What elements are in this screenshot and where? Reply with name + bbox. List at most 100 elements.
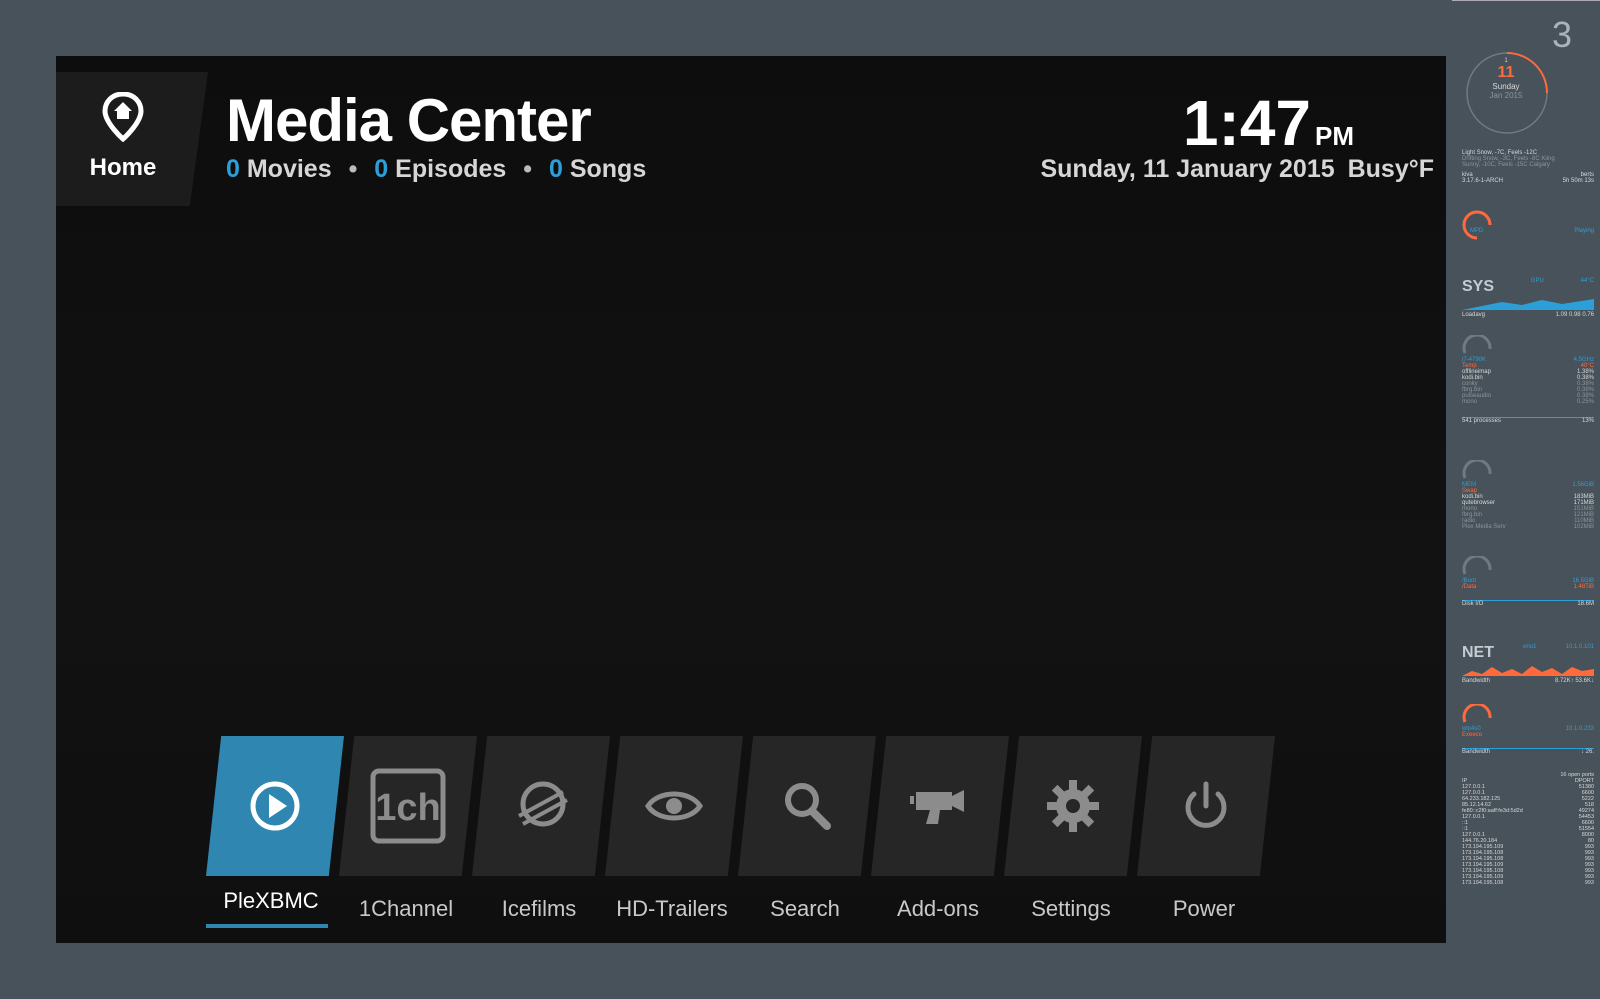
- menu-tile-plexbmc[interactable]: [206, 736, 344, 876]
- wlp-ip: 10.1.0.233: [1565, 726, 1594, 732]
- library-counts: 0 Movies • 0 Episodes • 0 Songs: [226, 155, 646, 184]
- data-value: 1.48TiB: [1573, 584, 1594, 590]
- gpu-temp: 44°C: [1580, 278, 1594, 284]
- home-location-icon: [102, 92, 144, 142]
- menu-label-power[interactable]: Power: [1129, 896, 1279, 922]
- disk-graph-line: [1462, 590, 1594, 601]
- menu-tile-settings[interactable]: [1004, 736, 1142, 876]
- cpu-gauge-icon: [1462, 333, 1492, 354]
- sys-graph: [1462, 299, 1594, 310]
- active-underline: [206, 924, 328, 928]
- mem-value: 1.56GiB: [1572, 482, 1594, 488]
- disk-section: /Boot 16.5GiB /Data 1.48TiB Disk I/O 18.6M: [1462, 554, 1594, 607]
- home-label: Home: [89, 154, 157, 181]
- cal-weekday: Sunday: [1492, 82, 1520, 91]
- gear-icon: [1047, 780, 1099, 832]
- cal-day: 11: [1497, 64, 1515, 81]
- mpd-section: MPD Playing: [1462, 210, 1594, 240]
- power-icon: [1185, 781, 1227, 828]
- main-menu: PleXBMC 1ch 1Channel Icefilms HD-Trailer: [206, 736, 1306, 936]
- data-label: /Data: [1462, 584, 1477, 590]
- addons-icon: [910, 790, 964, 824]
- media-center-window: Home Media Center 0 Movies • 0 Episodes …: [56, 56, 1446, 943]
- disk-gauge-icon: [1462, 554, 1492, 575]
- search-icon: [785, 783, 831, 830]
- cal-month-year: Jan 2015: [1489, 91, 1523, 100]
- ports-section: 16 open ports IP DPORT 127.0.0.1 51380 127.…: [1462, 772, 1594, 886]
- menu-tile-icefilms[interactable]: [472, 736, 610, 876]
- mem-proc-name: Plex Media Serv: [1462, 524, 1506, 530]
- episodes-label: Episodes: [395, 155, 507, 183]
- kernel: 3.17.6-1-ARCH: [1462, 178, 1504, 184]
- port-ip: 173.194.195.108: [1462, 880, 1504, 886]
- bandwidth2-values: ↓ 26.: [1580, 749, 1594, 755]
- wifi-gauge-icon: [1462, 702, 1492, 723]
- menu-label-1channel[interactable]: 1Channel: [331, 896, 481, 922]
- menu-label-search[interactable]: Search: [730, 896, 880, 922]
- menu-label-addons[interactable]: Add-ons: [863, 896, 1013, 922]
- loadavg-label: Loadavg: [1462, 312, 1486, 318]
- menu-label-icefilms[interactable]: Icefilms: [464, 896, 614, 922]
- separator-dot: •: [523, 155, 533, 183]
- clock-ampm: PM: [1315, 121, 1354, 151]
- menu-tile-addons[interactable]: [871, 736, 1009, 876]
- cpu-proc-val: 0.25%: [1576, 399, 1594, 405]
- processes: 541 processes: [1462, 418, 1502, 424]
- play-icon: [250, 781, 300, 831]
- loadavg-values: 1.09 0.98 0.76: [1555, 312, 1594, 318]
- eno-label: eno1: [1523, 644, 1537, 650]
- system-monitor-panel: 3 1 11 Sunday Jan 2015 Light Snow, -7C, …: [1452, 0, 1600, 999]
- wifi-graph-line: [1462, 738, 1594, 749]
- weather-text: Busy°F: [1347, 155, 1434, 183]
- network-section: NET eno1 10.1.0.101 Bandwidth 8.72K↑ 53.6K↓: [1462, 644, 1594, 684]
- cpu-proc-name: mono: [1462, 399, 1478, 405]
- proc-pct: 13%: [1581, 418, 1594, 424]
- menu-tile-hd-trailers[interactable]: [605, 736, 743, 876]
- bandwidth2-label: Bandwidth: [1462, 749, 1491, 755]
- date-text: Sunday, 11 January 2015: [1040, 155, 1335, 183]
- panel-top-line: [1452, 0, 1600, 1]
- net-graph: [1462, 666, 1594, 676]
- menu-tile-1channel[interactable]: 1ch: [339, 736, 477, 876]
- menu-label-plexbmc[interactable]: PleXBMC: [196, 888, 346, 914]
- eye-icon: [645, 791, 703, 821]
- bandwidth-values: 8.72K↑ 53.6K↓: [1554, 678, 1594, 684]
- mpd-gauge-icon: [1462, 210, 1492, 240]
- calendar-dial-text: 1 11 Sunday Jan 2015: [1486, 58, 1526, 100]
- diskio-label: Disk I/O: [1462, 601, 1484, 607]
- mem-proc-val: 102MiB: [1573, 524, 1594, 530]
- menu-label-hd-trailers[interactable]: HD-Trailers: [597, 896, 747, 922]
- menu-tile-search[interactable]: [738, 736, 876, 876]
- menu-label-settings[interactable]: Settings: [996, 896, 1146, 922]
- day-number-big: 3: [1552, 14, 1573, 55]
- uptime: 5h 50m 13s: [1562, 178, 1594, 184]
- sys-section: SYS GPU 44°C Loadavg 1.09 0.98 0.76: [1462, 278, 1594, 318]
- date-weather: Sunday, 11 January 2015 Busy°F: [1040, 155, 1434, 184]
- songs-count: 0: [548, 155, 563, 183]
- gpu-label: GPU: [1530, 278, 1544, 284]
- mem-gauge-icon: [1462, 458, 1492, 479]
- port-row: 173.194.195.108 993: [1462, 880, 1594, 886]
- net-label: NET: [1462, 644, 1494, 661]
- wireless-section: wlp4s0 10.1.0.233 Exeeco Bandwidth ↓ 26.: [1462, 702, 1594, 755]
- cpu-section: i7-4790K 4.5GHz Temp 40°C offlineimap 1.38%…: [1462, 333, 1594, 424]
- menu-tile-power[interactable]: [1137, 736, 1275, 876]
- sys-label: SYS: [1462, 278, 1495, 295]
- movies-label: Movies: [246, 155, 332, 183]
- mpd-playing: Playing: [1574, 228, 1594, 234]
- eno-ip: 10.1.0.101: [1565, 644, 1594, 650]
- home-button[interactable]: Home: [56, 72, 208, 206]
- songs-label: Songs: [569, 155, 647, 183]
- mpd-label: MPD: [1470, 228, 1484, 234]
- memory-section: MEM 1.56GiB Swap kodi.bin 183MiB qutebrows…: [1462, 458, 1594, 530]
- 1ch-icon: 1ch: [370, 768, 446, 844]
- ports-list: 127.0.0.1 51380 127.0.0.1 6600 64.233.182.12…: [1462, 784, 1594, 886]
- episodes-count: 0: [374, 155, 389, 183]
- 1ch-icon-text: 1ch: [375, 787, 440, 829]
- movies-count: 0: [226, 155, 240, 183]
- cpu-graph-line: [1462, 405, 1594, 418]
- weather-line-3: Sunny, -10C, Feels -15C Calgary: [1462, 162, 1550, 168]
- weather-section: Light Snow, -7C, Feels -12C Drifting Sno…: [1462, 150, 1594, 184]
- clock: 1:47 PM: [1183, 86, 1354, 160]
- separator-dot: •: [348, 155, 358, 183]
